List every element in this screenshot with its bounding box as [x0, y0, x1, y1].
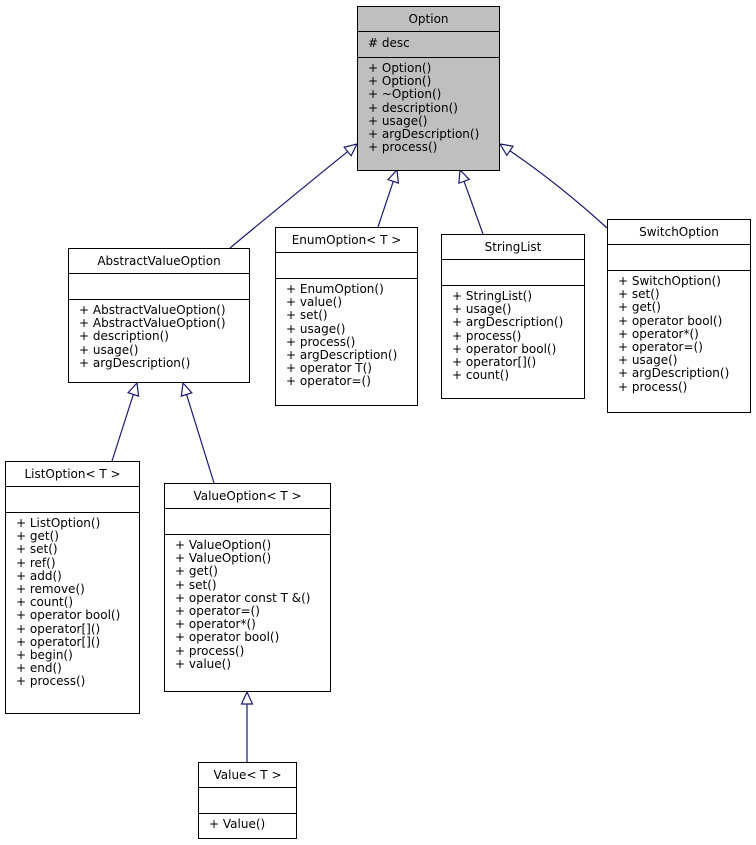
operation: + argDescription()	[79, 355, 191, 370]
operation: + description()	[79, 329, 169, 344]
inheritance-edge-enum-option	[377, 168, 400, 228]
operation: + usage()	[286, 321, 346, 336]
edge-line	[463, 181, 484, 235]
class-attributes	[165, 509, 330, 535]
inheritance-arrowhead-icon	[458, 168, 471, 185]
inheritance-arrowhead-icon	[386, 168, 400, 184]
class-switch-option[interactable]: SwitchOption + SwitchOption() + set() + ge…	[607, 219, 751, 413]
inheritance-edge-string-list	[458, 168, 484, 235]
operation: + argDescription()	[618, 366, 730, 381]
operation: + process()	[16, 674, 86, 689]
class-name: Value< T >	[199, 763, 296, 788]
attribute: # desc	[368, 36, 410, 50]
edge-line	[185, 394, 215, 484]
inheritance-arrowhead-icon	[180, 381, 193, 397]
class-enum-option[interactable]: EnumOption< T > + EnumOption() + value() +…	[275, 227, 418, 406]
class-operations: + ListOption() + get() + set() + ref() + add…	[6, 513, 139, 689]
class-attributes	[276, 253, 417, 279]
class-operations: + Option() + Option() + ~Option() + descrip…	[358, 58, 499, 154]
class-attributes	[608, 245, 750, 271]
inheritance-edge-value	[240, 690, 254, 762]
class-name: AbstractValueOption	[69, 249, 249, 274]
class-attributes	[199, 788, 296, 814]
operation: + process()	[452, 328, 522, 343]
class-operations: + Value()	[199, 814, 296, 831]
inheritance-edge-value-option	[180, 381, 215, 484]
class-name: ListOption< T >	[6, 462, 139, 487]
class-attributes: # desc	[358, 32, 499, 58]
inheritance-arrowhead-icon	[240, 690, 254, 705]
class-attributes	[69, 274, 249, 300]
inheritance-arrowhead-icon	[127, 381, 140, 397]
operation: + set()	[286, 308, 328, 323]
operation: + ~Option()	[368, 87, 442, 102]
class-attributes	[6, 487, 139, 513]
operation: + Value()	[209, 817, 266, 831]
operation: + set()	[175, 577, 217, 592]
class-name: Option	[358, 7, 499, 32]
class-option[interactable]: Option # desc + Option() + Option() + ~Opt…	[357, 6, 500, 171]
operation: + ref()	[16, 555, 56, 570]
operation: + operator bool()	[16, 608, 121, 623]
operation: + process()	[368, 140, 438, 155]
class-string-list[interactable]: StringList + StringList() + usage() + argD…	[441, 234, 585, 399]
operation: + get()	[618, 300, 661, 315]
inheritance-edge-switch-option	[498, 143, 608, 229]
inheritance-arrowhead-icon	[343, 143, 359, 157]
operation: + process()	[175, 643, 245, 658]
class-name: EnumOption< T >	[276, 228, 417, 253]
operation: + operator=()	[286, 374, 371, 389]
operation: + count()	[452, 368, 510, 383]
class-list-option[interactable]: ListOption< T > + ListOption() + get() + s…	[5, 461, 140, 714]
edge-line	[377, 181, 394, 228]
operation: + argDescription()	[452, 315, 564, 330]
operation: + description()	[368, 100, 458, 115]
class-name: StringList	[442, 235, 584, 260]
operation: + get()	[175, 564, 218, 579]
class-name: SwitchOption	[608, 220, 750, 245]
class-operations: + StringList() + usage() + argDescription(…	[442, 286, 584, 382]
operation: + set()	[16, 542, 58, 557]
class-operations: + AbstractValueOption() + AbstractValueOp…	[69, 300, 249, 370]
inheritance-arrowhead-icon	[498, 143, 515, 157]
class-abstract-value-option[interactable]: AbstractValueOption + AbstractValueOptio…	[68, 248, 250, 383]
operation: + operator bool()	[175, 630, 280, 645]
operation: + value()	[175, 656, 232, 671]
operation: + usage()	[79, 342, 139, 357]
inheritance-edge-list-option	[111, 381, 140, 462]
class-value[interactable]: Value< T > + Value()	[198, 762, 297, 839]
operation: + operator[]()	[16, 621, 101, 636]
class-value-option[interactable]: ValueOption< T > + ValueOption() + ValueO…	[164, 483, 331, 692]
class-name: ValueOption< T >	[165, 484, 330, 509]
class-operations: + ValueOption() + ValueOption() + get() + s…	[165, 535, 330, 671]
edge-line	[111, 394, 134, 462]
class-attributes	[442, 260, 584, 286]
edge-line	[509, 150, 608, 229]
operation: + operator bool()	[618, 313, 723, 328]
class-operations: + SwitchOption() + set() + get() + operator…	[608, 271, 750, 394]
class-operations: + EnumOption() + value() + set() + usage() +…	[276, 279, 417, 389]
operation: + process()	[618, 379, 688, 394]
